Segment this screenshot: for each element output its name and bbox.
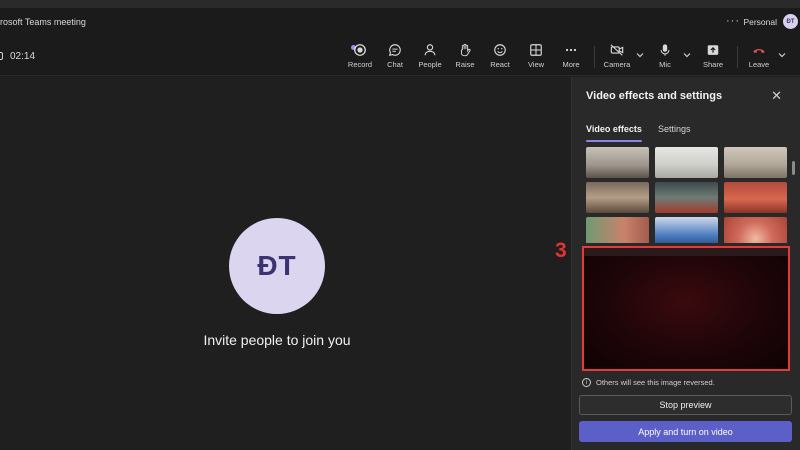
- apply-and-turn-on-video-button[interactable]: Apply and turn on video: [579, 421, 792, 442]
- toolbar-divider: [737, 46, 738, 68]
- more-label: More: [562, 60, 580, 69]
- mic-icon: [660, 44, 670, 56]
- video-preview: [582, 246, 790, 371]
- record-label: Record: [347, 60, 373, 69]
- view-button[interactable]: View: [519, 43, 553, 73]
- participant-avatar: ĐT: [229, 218, 325, 314]
- camera-label: Camera: [603, 60, 631, 69]
- share-icon: [707, 45, 719, 55]
- leave-icon: [753, 49, 765, 54]
- panel-title: Video effects and settings: [586, 90, 723, 102]
- close-icon[interactable]: ✕: [771, 88, 782, 104]
- gallery-scrollbar[interactable]: [792, 161, 795, 175]
- share-label: Share: [702, 60, 723, 69]
- reversed-note-text: Others will see this image reversed.: [596, 378, 715, 387]
- background-thumbnail[interactable]: [655, 147, 718, 178]
- step-number-annotation: 3: [555, 239, 567, 262]
- leave-options-chevron-icon[interactable]: [777, 50, 787, 60]
- raise-hand-button[interactable]: Raise: [448, 43, 482, 73]
- react-label: React: [490, 60, 510, 69]
- info-icon: i: [582, 378, 591, 387]
- more-button[interactable]: More: [554, 43, 588, 73]
- react-icon: [494, 44, 506, 56]
- invite-people-text: Invite people to join you: [203, 332, 351, 348]
- mic-label: Mic: [659, 60, 671, 69]
- raise-label: Raise: [455, 60, 475, 69]
- background-thumbnail[interactable]: [655, 182, 718, 213]
- record-button[interactable]: Record: [343, 43, 377, 73]
- preview-top-strip: [584, 248, 788, 256]
- window-title: rosoft Teams meeting: [0, 17, 86, 27]
- camera-off-icon: [610, 44, 624, 56]
- title-bar: rosoft Teams meeting ··· Personal ĐT: [0, 0, 800, 38]
- reversed-image-note: i Others will see this image reversed.: [582, 378, 715, 387]
- meeting-toolbar: 02:14 Record Chat People Raise React Vie…: [0, 38, 800, 76]
- video-effects-panel: Video effects and settings ✕ Video effec…: [571, 77, 800, 450]
- share-button[interactable]: Share: [696, 43, 730, 73]
- people-button[interactable]: People: [413, 43, 447, 73]
- react-button[interactable]: React: [483, 43, 517, 73]
- chat-icon: [388, 44, 401, 57]
- background-thumbnail[interactable]: [586, 147, 649, 178]
- meeting-timer: 02:14: [10, 51, 36, 62]
- view-icon: [530, 44, 542, 56]
- people-icon: [424, 44, 436, 56]
- raise-hand-icon: [461, 43, 471, 57]
- leave-label: Leave: [748, 60, 770, 69]
- background-thumbnail[interactable]: [724, 217, 787, 243]
- active-tab-indicator: [586, 140, 642, 142]
- toolbar-divider: [594, 46, 595, 68]
- account-avatar[interactable]: ĐT: [783, 14, 798, 29]
- background-thumbnail[interactable]: [586, 182, 649, 213]
- tab-settings[interactable]: Settings: [658, 124, 691, 134]
- camera-options-chevron-icon[interactable]: [635, 50, 645, 60]
- background-thumbnail[interactable]: [724, 147, 787, 178]
- background-thumbnail[interactable]: [655, 217, 718, 243]
- more-icon: [565, 48, 577, 52]
- more-options-icon[interactable]: ···: [726, 15, 740, 27]
- tab-video-effects[interactable]: Video effects: [586, 124, 642, 134]
- record-icon: [354, 44, 366, 56]
- stop-preview-button[interactable]: Stop preview: [579, 395, 792, 415]
- meeting-stage: ĐT Invite people to join you: [0, 77, 571, 450]
- shield-icon: [0, 52, 3, 60]
- account-label[interactable]: Personal: [743, 17, 777, 27]
- background-gallery: [586, 147, 789, 243]
- chat-button[interactable]: Chat: [378, 43, 412, 73]
- view-label: View: [527, 60, 545, 69]
- mic-button[interactable]: Mic: [648, 43, 682, 73]
- background-thumbnail[interactable]: [586, 217, 649, 243]
- leave-button[interactable]: Leave: [742, 43, 776, 73]
- background-thumbnail[interactable]: [724, 182, 787, 213]
- mic-options-chevron-icon[interactable]: [682, 50, 692, 60]
- chat-label: Chat: [387, 60, 403, 69]
- camera-button[interactable]: Camera: [600, 43, 634, 73]
- people-label: People: [418, 60, 442, 69]
